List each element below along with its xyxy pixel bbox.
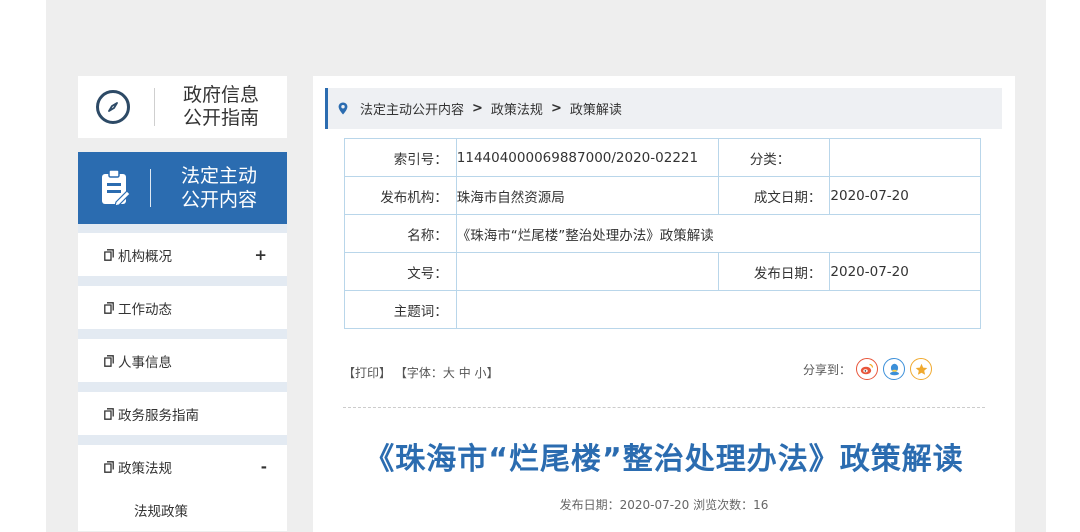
breadcrumb: 法定主动公开内容 > 政策法规 > 政策解读 (325, 88, 1002, 129)
metadata-table: 索引号： 114404000069887000/2020-02221 分类： 发… (344, 138, 982, 329)
share-bar: 分享到： (803, 358, 933, 380)
sidebar-item-personnel[interactable]: 人事信息 (78, 339, 287, 382)
document-icon (104, 354, 114, 367)
sidebar-subitem-label: 法规政策 (134, 503, 188, 520)
qzone-star-icon[interactable] (910, 358, 933, 380)
table-row: 发布机构： 珠海市自然资源局 成文日期： 2020-07-20 (344, 176, 981, 215)
guide-title: 政府信息 公开指南 (155, 84, 287, 130)
sidebar-item-policy[interactable]: 政策法规 - (78, 445, 287, 488)
font-large-link[interactable]: 大 (443, 366, 455, 380)
font-small-link[interactable]: 小 (475, 366, 487, 380)
docno-label: 文号： (344, 252, 457, 291)
location-pin-icon (338, 102, 348, 115)
sidebar-item-org-overview[interactable]: 机构概况 + (78, 233, 287, 276)
active-title-line1: 法定主动 (180, 165, 257, 187)
written-date-value: 2020-07-20 (829, 176, 981, 215)
breadcrumb-item-interpretation[interactable]: 政策解读 (570, 99, 622, 118)
document-icon (104, 460, 114, 473)
publish-date-label: 发布日期： (717, 252, 831, 291)
divider (150, 169, 151, 207)
written-date-label: 成文日期： (717, 176, 831, 215)
sidebar-subitem-regulations[interactable]: 法规政策 (78, 488, 287, 531)
guide-title-line1: 政府信息 (182, 84, 259, 106)
compass-icon (96, 90, 130, 124)
table-row: 文号： 发布日期： 2020-07-20 (344, 252, 981, 291)
sidebar-item-label: 政策法规 (118, 460, 172, 477)
collapse-icon[interactable]: - (261, 458, 267, 476)
font-medium-link[interactable]: 中 (459, 366, 471, 380)
table-row: 主题词： (344, 290, 982, 329)
breadcrumb-separator: > (550, 101, 562, 116)
active-title-line2: 公开内容 (180, 189, 257, 211)
sidebar-item-label: 政务服务指南 (118, 407, 199, 424)
sidebar-item-work-news[interactable]: 工作动态 (78, 286, 287, 329)
docno-value (455, 252, 719, 291)
guide-link[interactable]: 政府信息 公开指南 (78, 76, 287, 138)
index-value: 114404000069887000/2020-02221 (455, 138, 719, 177)
article-title: 《珠海市“烂尾楼”整治处理办法》政策解读 (364, 442, 964, 477)
font-size-label: 【字体： (394, 366, 443, 380)
table-row: 名称： 《珠海市“烂尾楼”整治处理办法》政策解读 (344, 214, 982, 253)
publisher-value: 珠海市自然资源局 (455, 176, 719, 215)
clipboard-icon (102, 169, 130, 207)
sidebar-item-label: 人事信息 (118, 354, 172, 371)
breadcrumb-item-policy[interactable]: 政策法规 (491, 99, 543, 118)
sidebar-menu: 机构概况 + 工作动态 人事信息 政务服务指南 政策法规 - 法规政策 (78, 224, 287, 531)
main-content: 法定主动公开内容 > 政策法规 > 政策解读 索引号： 114404000069… (313, 76, 1015, 532)
article-tools: 【打印】 【字体：大 中 小】 (343, 364, 499, 381)
category-label: 分类： (717, 138, 831, 177)
document-icon (104, 248, 114, 261)
active-section-title: 法定主动 公开内容 (151, 164, 287, 212)
sidebar-item-label: 机构概况 (118, 248, 172, 265)
font-size-bracket: 】 (486, 366, 499, 380)
keywords-value (455, 290, 982, 329)
document-icon (104, 301, 114, 314)
sidebar: 政府信息 公开指南 法定主动 公开内容 机构概况 + 工作动态 人事信息 政务服… (78, 76, 287, 531)
weibo-icon[interactable] (856, 358, 879, 380)
breadcrumb-separator: > (472, 101, 483, 116)
article-publish-info: 发布日期：2020-07-20 浏览次数：16 (559, 498, 769, 512)
keywords-label: 主题词： (344, 290, 457, 329)
category-value (829, 138, 981, 177)
table-row: 索引号： 114404000069887000/2020-02221 分类： (344, 138, 981, 177)
publish-date-value: 2020-07-20 (829, 252, 981, 291)
publisher-label: 发布机构： (344, 176, 457, 215)
guide-title-line2: 公开指南 (182, 107, 259, 129)
document-icon (104, 407, 114, 420)
breadcrumb-item-statutory[interactable]: 法定主动公开内容 (360, 99, 464, 118)
sidebar-item-service-guide[interactable]: 政务服务指南 (78, 392, 287, 435)
name-label: 名称： (344, 214, 457, 253)
active-section[interactable]: 法定主动 公开内容 (78, 152, 287, 224)
qq-icon[interactable] (883, 358, 906, 380)
name-value: 《珠海市“烂尾楼”整治处理办法》政策解读 (455, 214, 982, 253)
share-label: 分享到： (803, 362, 852, 377)
expand-icon[interactable]: + (254, 246, 267, 264)
sidebar-item-label: 工作动态 (118, 301, 172, 318)
index-label: 索引号： (344, 138, 457, 177)
divider-line (343, 407, 985, 408)
print-link[interactable]: 【打印】 (343, 366, 391, 380)
